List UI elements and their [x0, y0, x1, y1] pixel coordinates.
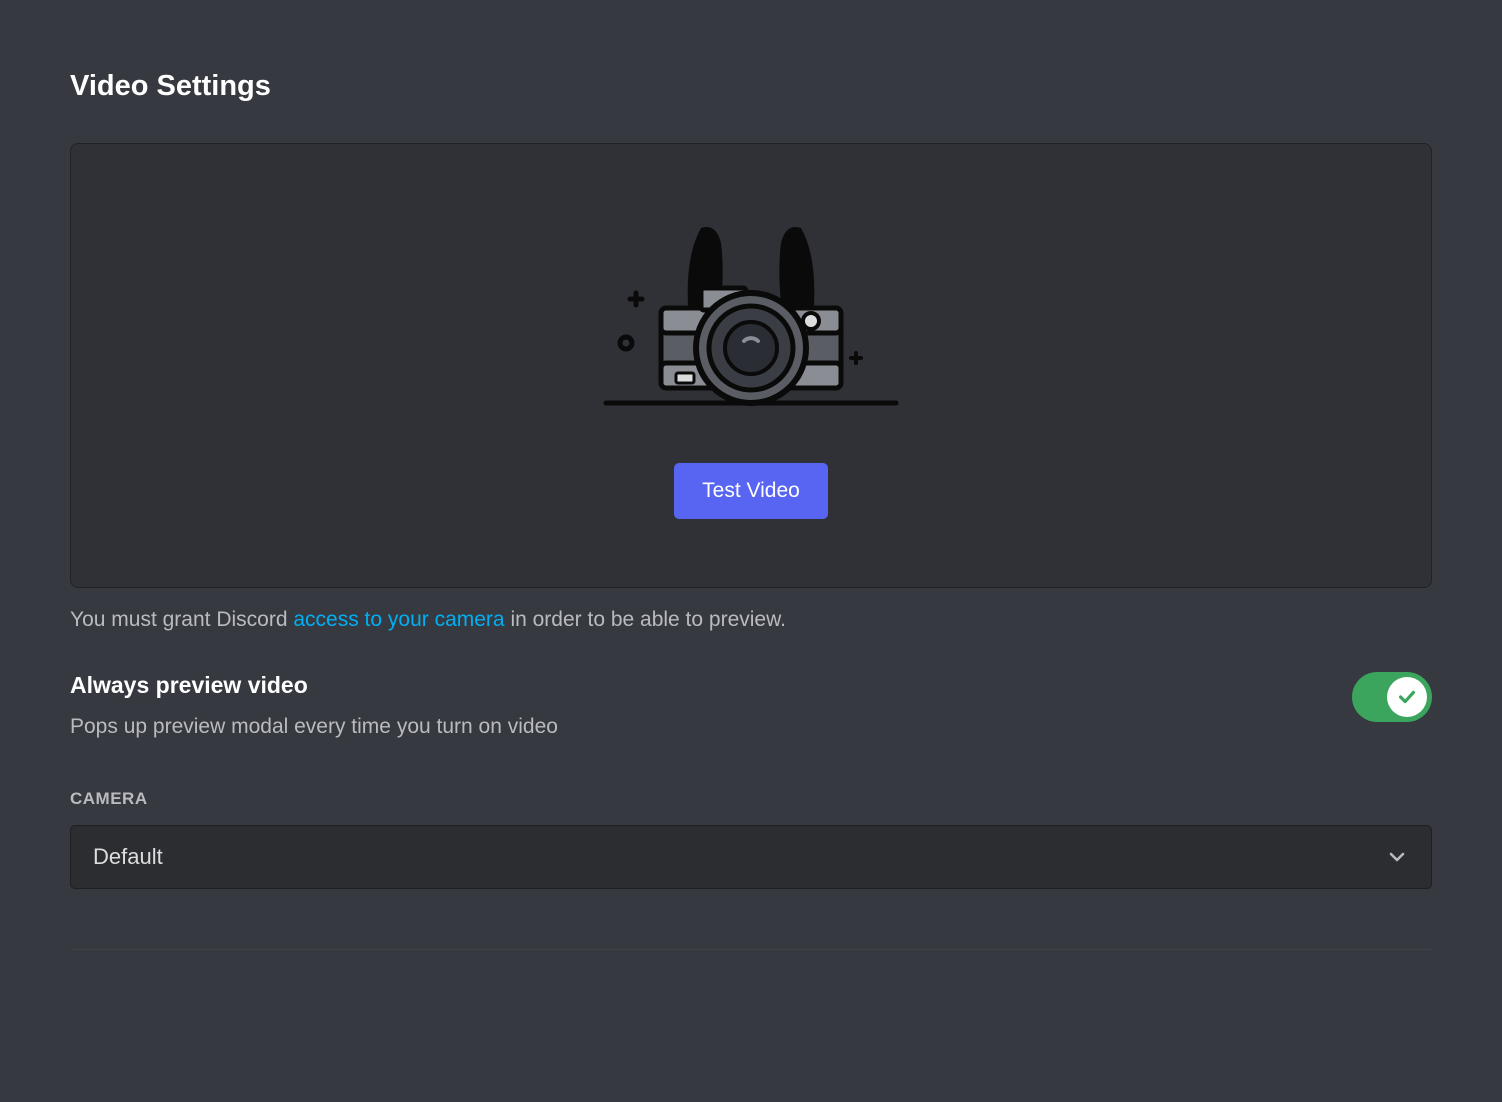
- video-preview-panel: Test Video: [70, 143, 1432, 588]
- toggle-label: Always preview video: [70, 672, 558, 699]
- info-suffix: in order to be able to preview.: [505, 608, 786, 631]
- section-divider: [70, 949, 1432, 950]
- page-title: Video Settings: [70, 70, 1432, 103]
- camera-access-info: You must grant Discord access to your ca…: [70, 608, 1432, 632]
- always-preview-toggle[interactable]: [1352, 672, 1432, 722]
- camera-illustration: [586, 213, 916, 413]
- chevron-down-icon: [1385, 845, 1409, 869]
- toggle-description: Pops up preview modal every time you tur…: [70, 715, 558, 739]
- test-video-button[interactable]: Test Video: [674, 463, 828, 519]
- check-icon: [1396, 686, 1418, 708]
- always-preview-section: Always preview video Pops up preview mod…: [70, 672, 1432, 739]
- camera-selected-value: Default: [93, 844, 163, 870]
- toggle-knob: [1387, 677, 1427, 717]
- camera-dropdown[interactable]: Default: [70, 825, 1432, 889]
- camera-section-label: CAMERA: [70, 789, 1432, 809]
- info-prefix: You must grant Discord: [70, 608, 293, 631]
- camera-access-link[interactable]: access to your camera: [293, 608, 504, 631]
